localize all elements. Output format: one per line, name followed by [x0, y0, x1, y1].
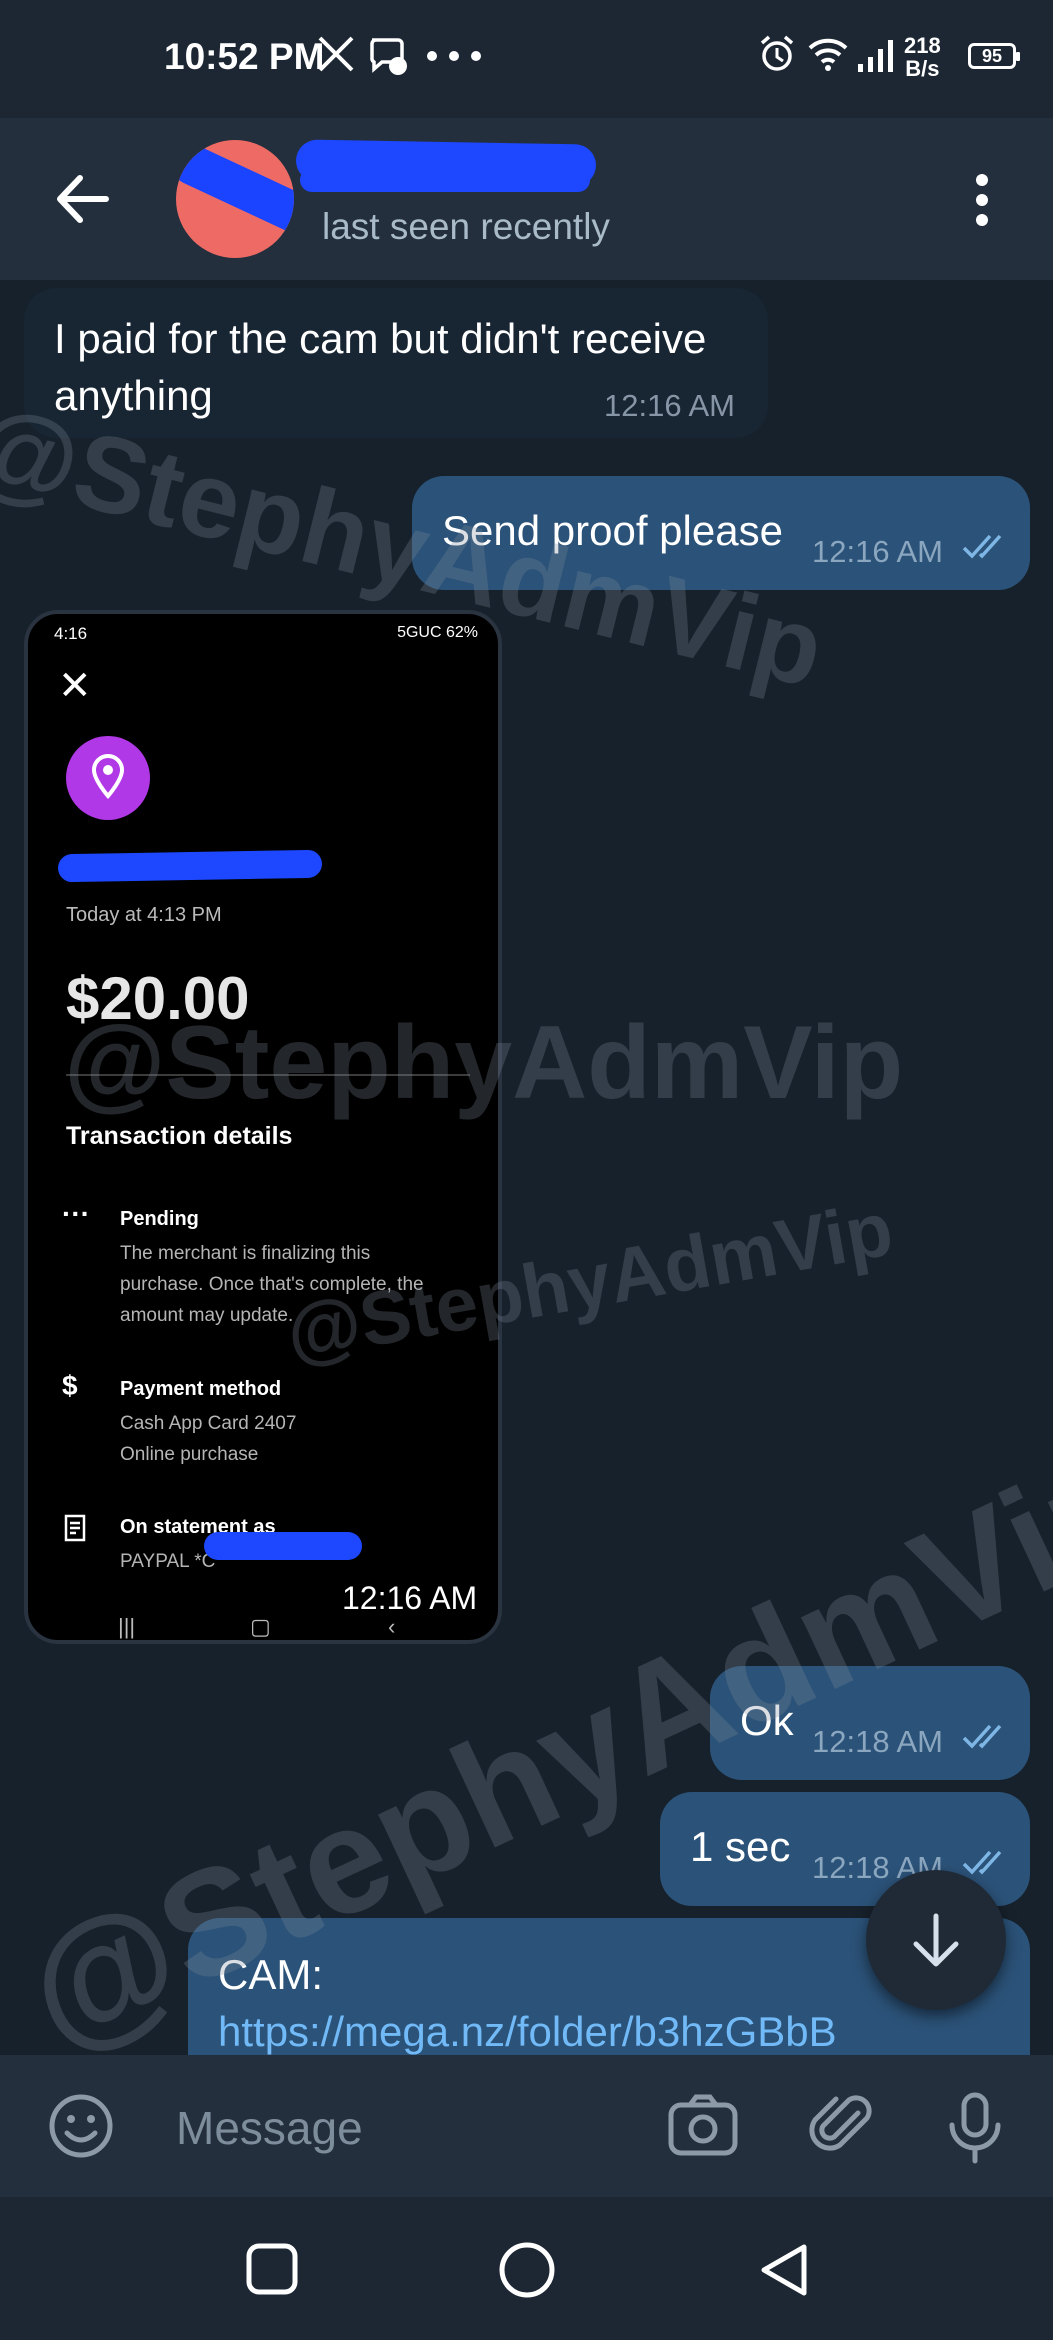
back-arrow-icon[interactable] [50, 166, 116, 232]
photo-message[interactable]: 4:16 5GUC 62% ✕ Today at 4:13 PM $20.00 … [24, 610, 502, 1644]
redaction-mark [176, 140, 294, 242]
divider [66, 1074, 470, 1076]
photo-nav-recents: ||| [118, 1614, 136, 1639]
message-text: Send proof please [442, 507, 783, 554]
last-seen-status: last seen recently [322, 206, 610, 247]
net-speed: 218 B/s [904, 33, 941, 81]
message-text: CAM: [218, 1951, 323, 1998]
alarm-icon [760, 35, 794, 71]
photo-date: Today at 4:13 PM [66, 904, 222, 926]
message-text: 1 sec [690, 1823, 791, 1870]
recents-button[interactable] [244, 2241, 300, 2297]
emoji-icon[interactable] [46, 2091, 116, 2161]
status-bar: 10:52 PM 218 B/s 95 [0, 0, 1053, 118]
more-dots-icon [427, 51, 481, 61]
redaction-mark [300, 168, 590, 192]
message-input-bar: Message [0, 2055, 1053, 2197]
message-text-line: anything [54, 372, 213, 419]
wifi-icon [808, 38, 848, 71]
message-text: Ok [740, 1697, 794, 1744]
photo-nav-home: ▢ [250, 1614, 271, 1639]
avatar[interactable] [176, 140, 294, 258]
photo-status-time: 4:16 [54, 624, 88, 643]
status-time: 10:52 PM [164, 36, 325, 77]
message-time: 12:16 AM [604, 388, 735, 423]
message-time: 12:16 AM [342, 1580, 478, 1616]
attach-icon[interactable] [808, 2091, 878, 2161]
outgoing-message[interactable]: Ok 12:18 AM [710, 1666, 1030, 1780]
message-time: 12:16 AM [812, 534, 943, 569]
read-receipt-icon [962, 534, 1002, 559]
photo-nav-back: ‹ [388, 1614, 396, 1639]
system-nav-bar [0, 2197, 1053, 2340]
dollar-icon: $ [62, 1370, 78, 1401]
location-pin-icon [66, 736, 150, 820]
redaction-mark [204, 1532, 362, 1560]
photo-row-body: The merchant is finalizing this purchase… [120, 1243, 424, 1326]
ellipsis-icon: ··· [62, 1198, 90, 1229]
message-link[interactable]: https://mega.nz/folder/b3hzGBbB [218, 2003, 837, 2055]
message-input[interactable]: Message [176, 2101, 363, 2155]
photo-section-title: Transaction details [66, 1122, 293, 1150]
incoming-message[interactable]: I paid for the cam but didn't receive an… [24, 288, 768, 438]
more-vertical-icon[interactable] [962, 170, 1002, 230]
photo-status-right: 5GUC 62% [397, 624, 478, 641]
battery-icon: 95 [968, 43, 1020, 69]
mic-icon[interactable] [942, 2091, 1008, 2165]
read-receipt-icon [962, 1724, 1002, 1749]
photo-row-title: Payment method [120, 1378, 282, 1400]
messenger-icon [370, 38, 407, 75]
home-button[interactable] [498, 2241, 556, 2299]
chat-header: last seen recently [0, 118, 1053, 280]
photo-row-body: Cash App Card 2407 Online purchase [120, 1413, 297, 1465]
scroll-down-button[interactable] [866, 1870, 1006, 2010]
outgoing-message[interactable]: Send proof please 12:16 AM [412, 476, 1030, 590]
back-button[interactable] [756, 2241, 812, 2299]
redaction-mark [57, 849, 323, 883]
signal-icon [858, 40, 893, 72]
receipt-icon [64, 1514, 86, 1542]
photo-row-title: Pending [120, 1208, 199, 1230]
chat-area[interactable]: I paid for the cam but didn't receive an… [0, 280, 1053, 2055]
close-icon: ✕ [58, 664, 92, 708]
message-text-line: I paid for the cam but didn't receive [54, 315, 707, 362]
arrow-down-icon [913, 1913, 959, 1967]
photo-amount: $20.00 [66, 965, 250, 1032]
message-time: 12:18 AM [812, 1724, 943, 1759]
camera-icon[interactable] [666, 2091, 740, 2161]
x-icon [318, 36, 354, 72]
